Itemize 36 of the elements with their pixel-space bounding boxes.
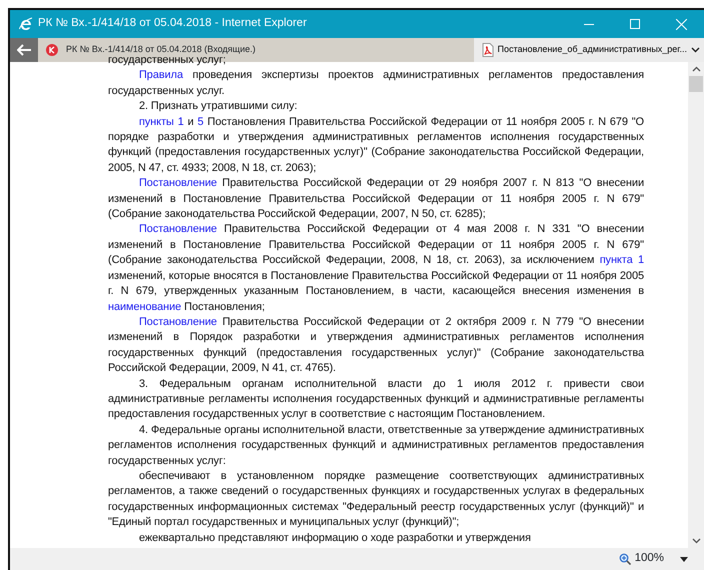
- browser-logo-icon: [18, 16, 34, 32]
- document-link[interactable]: пункта 1: [600, 254, 644, 266]
- scroll-down-icon[interactable]: [692, 538, 700, 544]
- paragraph: Правила проведения экспертизы проектов административных регламентов предоставления государственных услуг.: [108, 68, 644, 99]
- paragraph: Постановление Правительства Российской Федерации от 4 мая 2008 г. N 331 "О внесении изменений в Постановление Правительства Российской Федерации от 11 ноября 2005 г. N 679" (Собрание законодательства Российской Федерации, 2008, N 18, ст. 2063), за исключением пункта 1 изменений, которые вносятся в Постановление Правительства Российской Федерации от 11 ноября 2005 г. N 679, утвержденных указанным Постановлением, в части, касающейся внесения изменения в наименование Постановления;: [108, 222, 644, 314]
- paragraph: пункты 1 и 5 Постановления Правительства Российской Федерации от 11 ноября 2005 г. N 679 "О порядке разработки и утверждения административных регламентов исполнения государственных функций (предоставления государственных услуг)" (Собрание законодательства Российской Федерации, 2005, N 47, ст. 4933; 2008, N 18, ст. 2063);: [108, 114, 644, 176]
- document-link[interactable]: Постановление: [139, 177, 217, 190]
- document-link[interactable]: Правила: [139, 69, 183, 82]
- paragraph: 2. Признать утратившими силу:: [138, 99, 298, 114]
- scrollbar-thumb[interactable]: [689, 76, 703, 92]
- paragraph: обеспечивают в установленном порядке размещение соответствующих административных регламентов, а также сведений о государственных функциях и государственных услугах в федеральных государственных информационных системах "Федеральный реестр государственных услуг (функций)" и "Единый портал государственных и муниципальных услуг (функций)";: [108, 468, 644, 530]
- tab-title[interactable]: РК № Вх.-1/414/18 от 05.04.2018 (Входящие.): [66, 43, 256, 57]
- zoom-icon: [618, 553, 631, 565]
- document-link[interactable]: 5: [198, 116, 204, 128]
- pdf-file-icon: [482, 43, 494, 57]
- document-link[interactable]: Постановление: [139, 223, 217, 236]
- paragraph: ежеквартально представляют информацию о ходе разработки и утверждения: [138, 530, 532, 546]
- paragraph: Постановление Правительства Российской Федерации от 2 октября 2009 г. N 779 "О внесении изменений в Порядок разработки и утверждения административных регламентов исполнения государственных функций (предоставления государственных услуг)" (Собрание законодательства Российской Федерации, 2009, N 41, ст. 4765).: [108, 314, 644, 376]
- close-icon: [676, 18, 686, 30]
- paragraph: 4. Федеральные органы исполнительной власти, ответственные за утверждение административных регламентов исполнения государственных функций и административных регламентов предоставления государственных услуг:: [108, 422, 644, 469]
- document-link[interactable]: пункты 1: [139, 116, 184, 128]
- paragraph: Постановление Правительства Российской Федерации от 29 ноября 2007 г. N 813 "О внесении изменений в Постановление Правительства Российской Федерации от 11 ноября 2005 г. N 679" (Собрание законодательства Российской Федерации, 2007, N 50, ст. 6285);: [108, 176, 644, 222]
- document-link[interactable]: Постановление: [139, 316, 217, 328]
- record-icon: [46, 44, 58, 56]
- back-button[interactable]: [10, 38, 38, 62]
- dropdown-caret-icon[interactable]: [680, 556, 688, 562]
- document-link[interactable]: наименование: [108, 300, 182, 312]
- zoom-level[interactable]: 100%: [634, 550, 664, 568]
- paragraph: 3. Федеральным органам исполнительной власти до 1 июля 2012 г. привести свои административные регламенты исполнения государственных функций и административные регламенты предоставления государственных услуг в соответствие с настоящим Постановлением.: [108, 376, 644, 422]
- window-title: РК № Вх.-1/414/18 от 05.04.2018 - Internet Explorer: [38, 16, 307, 32]
- attachment-tab[interactable]: Постановление_об_административных_рег...: [474, 38, 704, 62]
- back-arrow-icon: [17, 44, 31, 56]
- chevron-down-icon: [691, 47, 700, 53]
- scroll-up-icon[interactable]: [692, 66, 700, 72]
- paragraph: государственных услуг;: [108, 54, 227, 68]
- maximize-icon: [630, 19, 640, 29]
